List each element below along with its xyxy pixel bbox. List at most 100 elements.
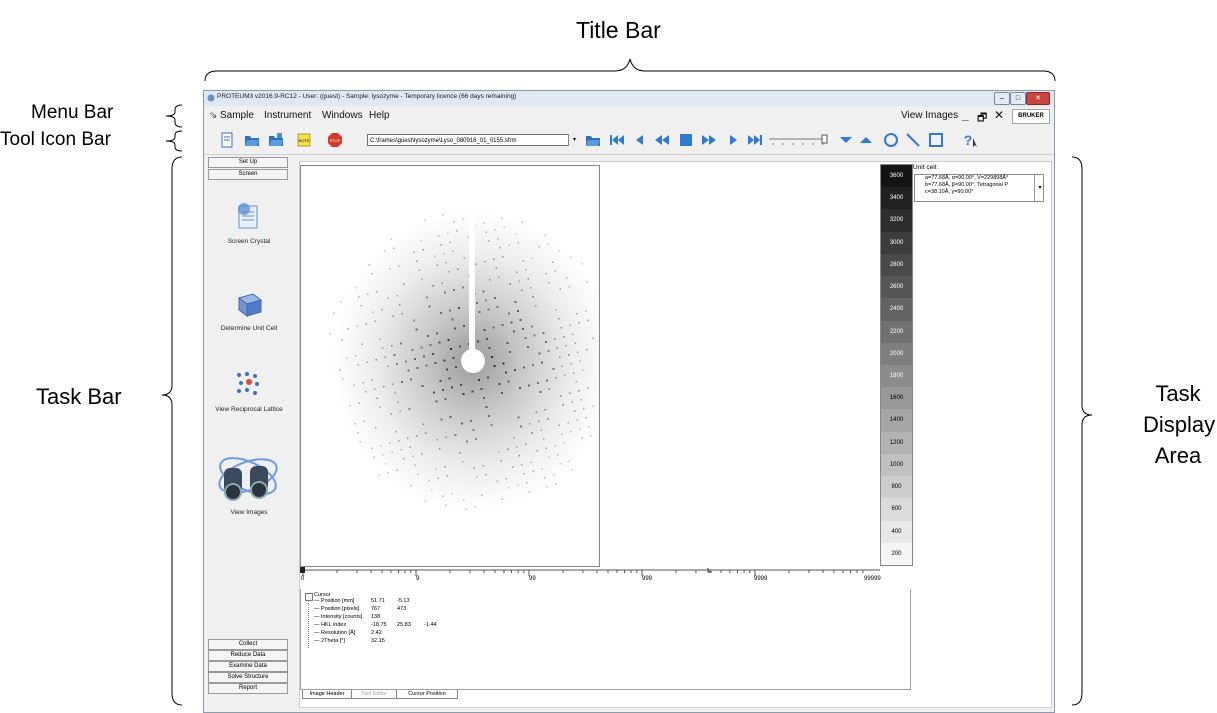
close-window-button[interactable]: ✕ — [1026, 92, 1050, 105]
frame-slider[interactable] — [767, 134, 831, 146]
tree-line — [308, 600, 310, 648]
setup-button[interactable]: Set Up — [208, 157, 288, 168]
fast-forward-icon[interactable] — [701, 132, 717, 148]
collect-button[interactable]: Collect — [208, 639, 288, 650]
colorbar-tick-2600: 2600 — [881, 276, 912, 299]
screen-crystal-label: Screen Crystal — [227, 238, 271, 245]
colorbar-tick-1800: 1800 — [881, 365, 912, 388]
application-window: PROTEUM3 v2016.9-RC12 - User: (guest) - … — [203, 90, 1055, 713]
menu-sample[interactable]: Sample — [220, 110, 254, 121]
solve-structure-button[interactable]: Solve Structure — [208, 672, 288, 683]
minimize-view-button[interactable]: _ — [962, 108, 969, 122]
unit-cell-line-3: c=38.10Å, γ=90.00° — [925, 189, 974, 195]
rectangle-tool-icon[interactable] — [928, 132, 944, 148]
colorbar-tick-800: 800 — [881, 476, 912, 499]
cursor-row-value-3: -1.44 — [424, 622, 437, 628]
annotation-line-2: Display — [1143, 412, 1216, 437]
close-view-button[interactable]: ✕ — [994, 108, 1004, 122]
task-bar-annotation: Task Bar — [36, 384, 122, 409]
screen-button[interactable]: Screen — [208, 169, 288, 180]
colorbar-tick-400: 400 — [881, 520, 912, 543]
window-title: PROTEUM3 v2016.9-RC12 - User: (guest) - … — [217, 93, 517, 100]
open-folder-icon[interactable] — [244, 132, 260, 148]
annotation-line-1: Task — [1155, 381, 1201, 406]
next-frame-icon[interactable] — [725, 132, 741, 148]
maximize-button[interactable]: □ — [1010, 92, 1026, 105]
cursor-row-value-1: 2.42 — [371, 630, 382, 636]
arrow-up-icon[interactable] — [858, 132, 874, 148]
cursor-row-value-1: 767 — [371, 606, 381, 612]
menu-windows[interactable]: Windows — [322, 110, 363, 121]
unit-cell-line-2: b=77.68Å, β=90.00°, Tetragonal P — [925, 182, 1009, 188]
menu-instrument[interactable]: Instrument — [264, 110, 311, 121]
new-document-icon[interactable] — [219, 132, 235, 148]
notes-icon[interactable]: NOTE — [296, 132, 312, 148]
colorbar-tick-2200: 2200 — [881, 320, 912, 343]
diffraction-image[interactable] — [300, 165, 600, 567]
scale-label-99999: 99999 — [864, 576, 881, 582]
view-images-label-task: View Images — [230, 509, 268, 516]
window-title-bar: PROTEUM3 v2016.9-RC12 - User: (guest) - … — [204, 91, 1054, 106]
menu-bar-annotation: Menu Bar — [31, 102, 114, 123]
task-display-area: 3600 3400 3200 3000 2800 2600 2400 2200 2000 1800… — [299, 161, 1052, 708]
open-frame-icon[interactable] — [585, 132, 601, 148]
view-images-icon[interactable] — [214, 444, 282, 506]
tab-tool-editor[interactable]: Tool Editor — [351, 690, 397, 699]
colorbar-tick-2400: 2400 — [881, 298, 912, 321]
open-recent-icon[interactable] — [268, 132, 284, 148]
first-frame-icon[interactable] — [609, 132, 625, 148]
bruker-logo: BRUKER — [1012, 109, 1050, 124]
tool-icon-bar-annotation: Tool Icon Bar — [0, 129, 111, 150]
view-reciprocal-lattice-icon[interactable] — [233, 369, 265, 399]
stop-icon[interactable]: STOP — [327, 132, 343, 148]
last-frame-icon[interactable] — [747, 132, 763, 148]
cursor-row-value-2: 473 — [397, 606, 407, 612]
svg-text:NOTE: NOTE — [298, 138, 309, 143]
menu-app-icon[interactable]: ⇘ — [209, 110, 217, 121]
cursor-row-value-1: 138 — [371, 614, 381, 620]
app-icon — [207, 94, 215, 102]
menu-bar: ⇘ Sample Instrument Windows Help View Im… — [204, 106, 1054, 126]
stop-playback-icon[interactable] — [678, 132, 694, 148]
colorbar-tick-3400: 3400 — [881, 187, 912, 210]
tab-cursor-position[interactable]: Cursor Position — [396, 690, 458, 699]
colorbar-tick-2000: 2000 — [881, 342, 912, 365]
contrast-slider[interactable] — [300, 566, 882, 584]
annotation-line-3: Area — [1154, 443, 1202, 468]
restore-view-button[interactable]: 🗗 — [977, 109, 987, 128]
scale-label-0: 0 — [301, 576, 305, 582]
colorbar-tick-1200: 1200 — [881, 431, 912, 454]
svg-text:STOP: STOP — [330, 138, 341, 143]
task-bar-brace — [161, 156, 183, 706]
title-bar-annotation: Title Bar — [576, 17, 661, 43]
examine-data-button[interactable]: Examine Data — [208, 661, 288, 672]
colorbar-tick-1000: 1000 — [881, 453, 912, 477]
rewind-icon[interactable] — [654, 132, 670, 148]
view-reciprocal-lattice-label: View Reciprocal Lattice — [215, 406, 283, 413]
intensity-colorbar: 3600 3400 3200 3000 2800 2600 2400 2200 2000 1800… — [880, 164, 913, 566]
minimize-button[interactable]: – — [994, 92, 1010, 105]
tab-image-header[interactable]: Image Header — [302, 690, 352, 699]
view-images-label: View Images — [901, 110, 959, 121]
menu-help[interactable]: Help — [369, 110, 390, 121]
help-icon[interactable]: ? — [962, 132, 978, 148]
frame-path-dropdown-icon[interactable]: ▾ — [568, 134, 580, 146]
cursor-row-label: — HKL index — [314, 622, 347, 628]
screen-crystal-icon[interactable] — [233, 201, 265, 231]
determine-unit-cell-icon[interactable] — [233, 288, 265, 318]
task-bar: Set Up Screen Screen Crystal Determine U… — [208, 157, 290, 710]
unit-cell-dropdown-arrow-icon[interactable]: ▾ — [1034, 174, 1045, 202]
reduce-data-button[interactable]: Reduce Data — [208, 650, 288, 661]
line-tool-icon[interactable] — [905, 132, 921, 148]
tool-icon-bar: NOTE STOP C:\frames\guest\lysozyme\Lyso_… — [204, 128, 1054, 155]
unit-cell-dropdown[interactable]: a=77.68Å, α=90.00°, V=229898Å³ b=77.68Å,… — [914, 174, 1044, 202]
colorbar-tick-200: 200 — [881, 542, 912, 565]
tool-icon-bar-brace — [165, 130, 183, 152]
circle-tool-icon[interactable] — [883, 132, 899, 148]
report-button[interactable]: Report — [208, 683, 288, 694]
cursor-row-value-1: -18.75 — [371, 622, 387, 628]
frame-path-combobox[interactable]: C:\frames\guest\lysozyme\Lyso_080916_01_… — [367, 134, 579, 146]
previous-frame-icon[interactable] — [632, 132, 648, 148]
arrow-down-icon[interactable] — [838, 132, 854, 148]
unit-cell-line-1: a=77.68Å, α=90.00°, V=229898Å³ — [925, 175, 1008, 181]
